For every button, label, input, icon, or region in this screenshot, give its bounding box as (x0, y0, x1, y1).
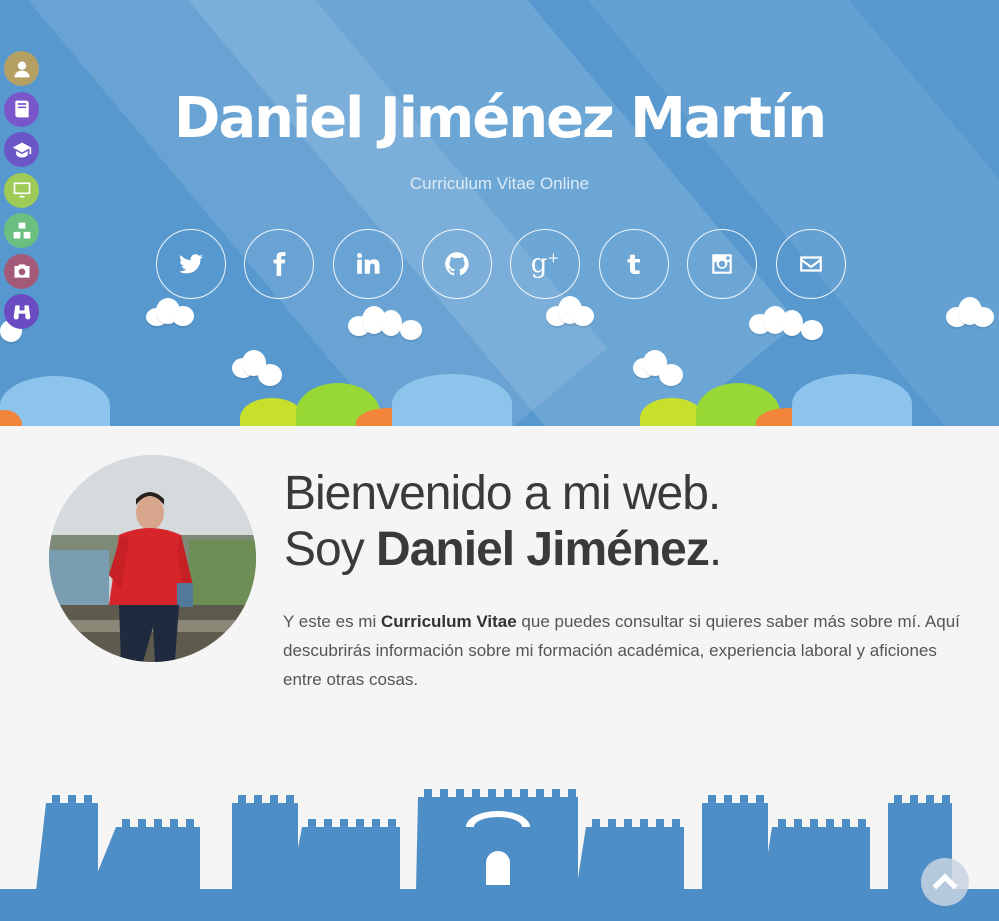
graduation-cap-icon (12, 142, 31, 157)
envelope-icon (800, 256, 822, 272)
page-subtitle: Curriculum Vitae Online (409, 174, 590, 193)
facebook-link[interactable] (244, 229, 314, 299)
hero-header: Daniel Jiménez Martín Curriculum Vitae O… (0, 0, 999, 426)
nav-explore[interactable] (4, 294, 39, 329)
tumblr-link[interactable]: t (599, 229, 669, 299)
welcome-line-2: Soy Daniel Jiménez. (284, 523, 722, 576)
instagram-link[interactable] (687, 229, 757, 299)
hill (392, 374, 512, 426)
binoculars-icon (13, 304, 30, 319)
monitor-icon (13, 182, 30, 198)
welcome-name: Daniel Jiménez (376, 523, 710, 576)
facebook-icon (273, 252, 286, 276)
page-title: Daniel Jiménez Martín (173, 86, 827, 151)
cloud (546, 296, 594, 328)
welcome-line-1: Bienvenido a mi web. (284, 467, 721, 520)
chevron-up-icon (932, 873, 958, 890)
cloud (749, 306, 825, 342)
google-plus-icon: g+ (530, 249, 560, 279)
cloud (946, 297, 994, 329)
nav-profile[interactable] (4, 51, 39, 86)
social-links: g+ t (156, 229, 846, 299)
castle-wall-decoration (0, 789, 999, 921)
hill (240, 398, 304, 426)
nav-experience[interactable] (4, 172, 39, 208)
linkedin-icon (357, 253, 380, 274)
side-navigation (4, 51, 40, 335)
google-plus-link[interactable]: g+ (510, 229, 580, 299)
cloud (232, 350, 284, 386)
hill (792, 374, 912, 426)
book-icon (14, 100, 29, 118)
scroll-to-top-button[interactable] (921, 858, 969, 906)
tumblr-icon: t (627, 247, 641, 281)
avatar (49, 455, 256, 662)
github-link[interactable] (422, 229, 492, 299)
welcome-heading: Bienvenido a mi web. Soy Daniel Jiménez. (284, 466, 722, 578)
nav-skills[interactable] (4, 213, 39, 248)
twitter-link[interactable] (156, 229, 226, 299)
instagram-icon (712, 254, 732, 274)
camera-icon (14, 264, 29, 278)
nav-hobbies[interactable] (4, 253, 39, 289)
cloud (146, 298, 194, 328)
twitter-icon (179, 254, 203, 274)
linkedin-link[interactable] (333, 229, 403, 299)
nav-education[interactable] (4, 132, 39, 167)
nav-book[interactable] (4, 91, 39, 127)
email-link[interactable] (776, 229, 846, 299)
cloud (633, 350, 685, 386)
github-icon (445, 252, 469, 276)
user-icon (14, 61, 29, 77)
intro-paragraph: Y este es mi Curriculum Vitae que puedes… (283, 612, 960, 689)
intro-emphasis: Curriculum Vitae (380, 612, 517, 631)
cubes-icon (13, 222, 30, 238)
cloud (348, 306, 424, 342)
